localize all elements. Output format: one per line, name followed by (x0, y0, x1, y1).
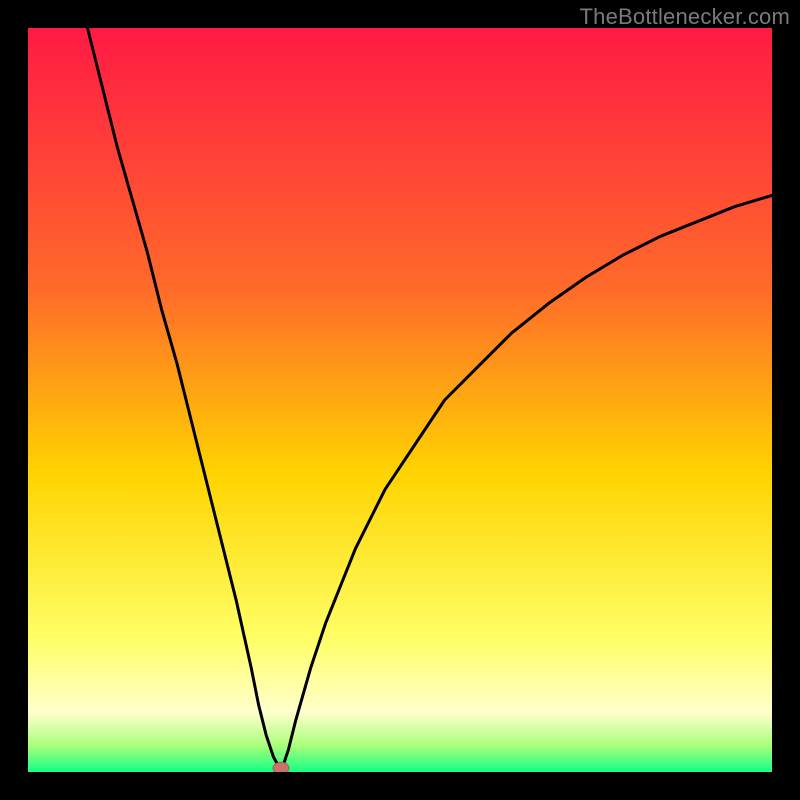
chart-background (28, 28, 772, 772)
chart-svg (28, 28, 772, 772)
optimal-point-marker (273, 762, 289, 772)
chart-frame (28, 28, 772, 772)
attribution-text: TheBottlenecker.com (580, 4, 790, 30)
